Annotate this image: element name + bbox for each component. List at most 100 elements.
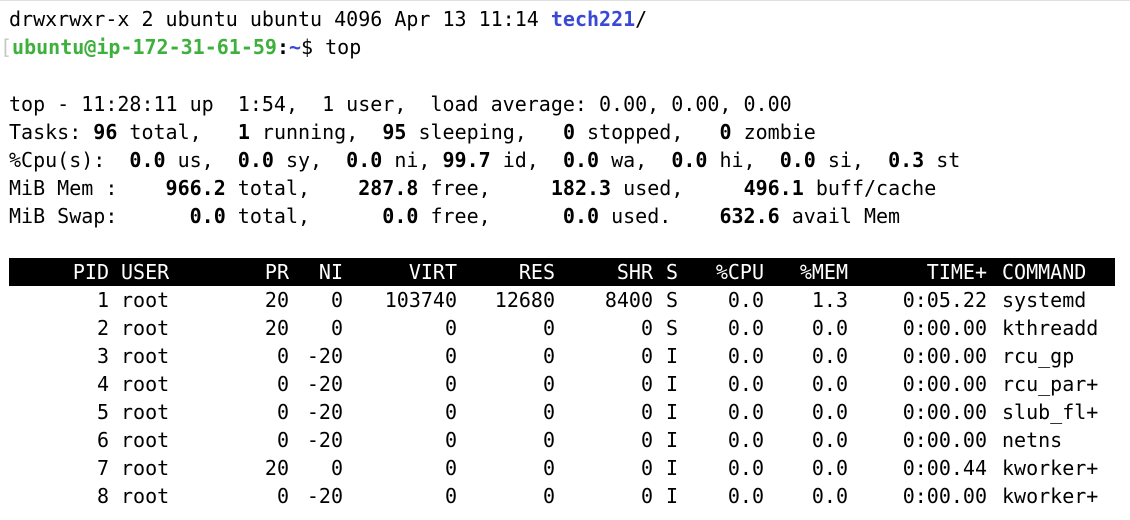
tasks-total-label: total, [117, 120, 238, 144]
cpu-ni-label: ni, [382, 148, 443, 172]
window-top-border [0, 0, 1130, 1]
prompt-user-host: ubuntu@ip-172-31-61-59 [12, 35, 277, 59]
process-row: 8 root 0 -20 0 0 0 I 0.0 0.0 0:00.00 kworker+ [9, 482, 1115, 510]
tasks-line: Tasks: 96 total, 1 running, 95 sleeping,… [9, 118, 816, 146]
process-time: 0:00.00 [902, 400, 987, 424]
process-pid: 2 [96, 316, 109, 340]
tasks-stopped: 0 [562, 120, 575, 144]
process-time: 0:00.00 [902, 428, 987, 452]
process-user: root [121, 316, 170, 340]
process-virt: 0 [444, 400, 457, 424]
swap-used-label: used. [599, 204, 720, 228]
process-shr: 0 [640, 316, 653, 340]
tasks-sleeping-label: sleeping, [406, 120, 563, 144]
process-row: 4 root 0 -20 0 0 0 I 0.0 0.0 0:00.00 rcu_par+ [9, 370, 1115, 398]
process-shr: 0 [640, 456, 653, 480]
prompt-bracket: [ [0, 35, 13, 59]
process-mem: 0.0 [811, 428, 848, 452]
process-s: I [666, 344, 679, 368]
cpu-ni: 0.0 [346, 148, 383, 172]
process-s: I [666, 456, 679, 480]
process-row: 5 root 0 -20 0 0 0 I 0.0 0.0 0:00.00 slub_fl+ [9, 398, 1115, 426]
process-virt: 0 [444, 344, 457, 368]
ls-line-text: drwxrwxr-x 2 ubuntu ubuntu 4096 Apr 13 1… [9, 7, 551, 31]
process-pid: 4 [96, 372, 109, 396]
header-user: USER [121, 260, 170, 284]
process-user: root [121, 428, 170, 452]
process-pid: 5 [96, 400, 109, 424]
process-user: root [121, 344, 170, 368]
process-time: 0:00.00 [902, 316, 987, 340]
process-ni: 0 [330, 456, 343, 480]
header-time: TIME+ [926, 260, 987, 284]
header-pid: PID [72, 260, 109, 284]
swap-total: 0.0 [189, 204, 226, 228]
cpu-hi-label: hi, [707, 148, 780, 172]
prompt-line: [ubuntu@ip-172-31-61-59:~$ top [0, 33, 361, 61]
cpu-us: 0.0 [129, 148, 166, 172]
cpu-si: 0.0 [779, 148, 816, 172]
ls-dirname: tech221 [550, 7, 636, 31]
process-pr: 0 [276, 428, 289, 452]
header-mem: %MEM [799, 260, 848, 284]
prompt-colon: : [276, 35, 289, 59]
prompt-command: top [313, 35, 362, 59]
process-mem: 0.0 [811, 372, 848, 396]
swap-free: 0.0 [382, 204, 419, 228]
header-cpu: %CPU [715, 260, 764, 284]
process-res: 0 [542, 484, 555, 508]
process-mem: 0.0 [811, 344, 848, 368]
swap-free-label: free, [418, 204, 563, 228]
process-pid: 6 [96, 428, 109, 452]
mem-free: 287.8 [358, 176, 419, 200]
process-time: 0:05.22 [902, 288, 987, 312]
process-s: I [666, 428, 679, 452]
cpu-line: %Cpu(s): 0.0 us, 0.0 sy, 0.0 ni, 99.7 id… [9, 146, 960, 174]
process-res: 0 [542, 372, 555, 396]
ls-output-line: drwxrwxr-x 2 ubuntu ubuntu 4096 Apr 13 1… [9, 5, 647, 33]
mem-free-label: free, [418, 176, 551, 200]
cpu-wa-label: wa, [599, 148, 672, 172]
process-virt: 0 [444, 372, 457, 396]
swap-used: 0.0 [562, 204, 600, 228]
mem-label: MiB Mem : [9, 176, 166, 200]
process-cpu: 0.0 [727, 288, 764, 312]
uptime-line: top - 11:28:11 up 1:54, 1 user, load ave… [9, 92, 792, 116]
swap-total-label: total, [225, 204, 383, 228]
header-res: RES [518, 260, 555, 284]
process-pid: 8 [96, 484, 109, 508]
process-pr: 0 [276, 400, 289, 424]
process-mem: 0.0 [811, 316, 848, 340]
process-cpu: 0.0 [727, 428, 764, 452]
process-shr: 8400 [604, 288, 653, 312]
process-command: netns [1002, 428, 1063, 452]
process-row: 1 root 20 0 103740 12680 8400 S 0.0 1.3 0:05.22 sys… [9, 286, 1115, 314]
process-row: 3 root 0 -20 0 0 0 I 0.0 0.0 0:00.00 rcu_gp [9, 342, 1115, 370]
process-virt: 0 [444, 484, 457, 508]
mem-used-label: used, [611, 176, 744, 200]
swap-avail-mem: 632.6 [719, 204, 780, 228]
mem-buff-cache-label: buff/cache [803, 176, 937, 200]
process-pr: 0 [276, 344, 289, 368]
process-shr: 0 [640, 344, 653, 368]
cpu-st: 0.3 [888, 148, 925, 172]
process-ni: 0 [330, 316, 343, 340]
process-row: 2 root 20 0 0 0 0 S 0.0 0.0 0:00.00 kthreadd [9, 314, 1115, 342]
mem-total: 966.2 [165, 176, 226, 200]
terminal-window[interactable]: drwxrwxr-x 2 ubuntu ubuntu 4096 Apr 13 1… [0, 0, 1130, 520]
cpu-sy: 0.0 [237, 148, 274, 172]
process-virt: 0 [444, 456, 457, 480]
process-ni: -20 [306, 372, 343, 396]
process-mem: 0.0 [811, 400, 848, 424]
process-ni: -20 [306, 484, 343, 508]
process-cpu: 0.0 [727, 372, 764, 396]
process-res: 0 [542, 428, 555, 452]
process-user: root [121, 288, 170, 312]
prompt-path: ~ [289, 35, 302, 59]
process-command: systemd [1002, 288, 1087, 312]
process-row: 7 root 20 0 0 0 0 I 0.0 0.0 0:00.44 kworker+ [9, 454, 1115, 482]
cpu-us-label: us, [165, 148, 238, 172]
process-mem: 0.0 [811, 456, 848, 480]
process-command: kthreadd [1002, 316, 1099, 340]
tasks-sleeping: 95 [382, 120, 407, 144]
